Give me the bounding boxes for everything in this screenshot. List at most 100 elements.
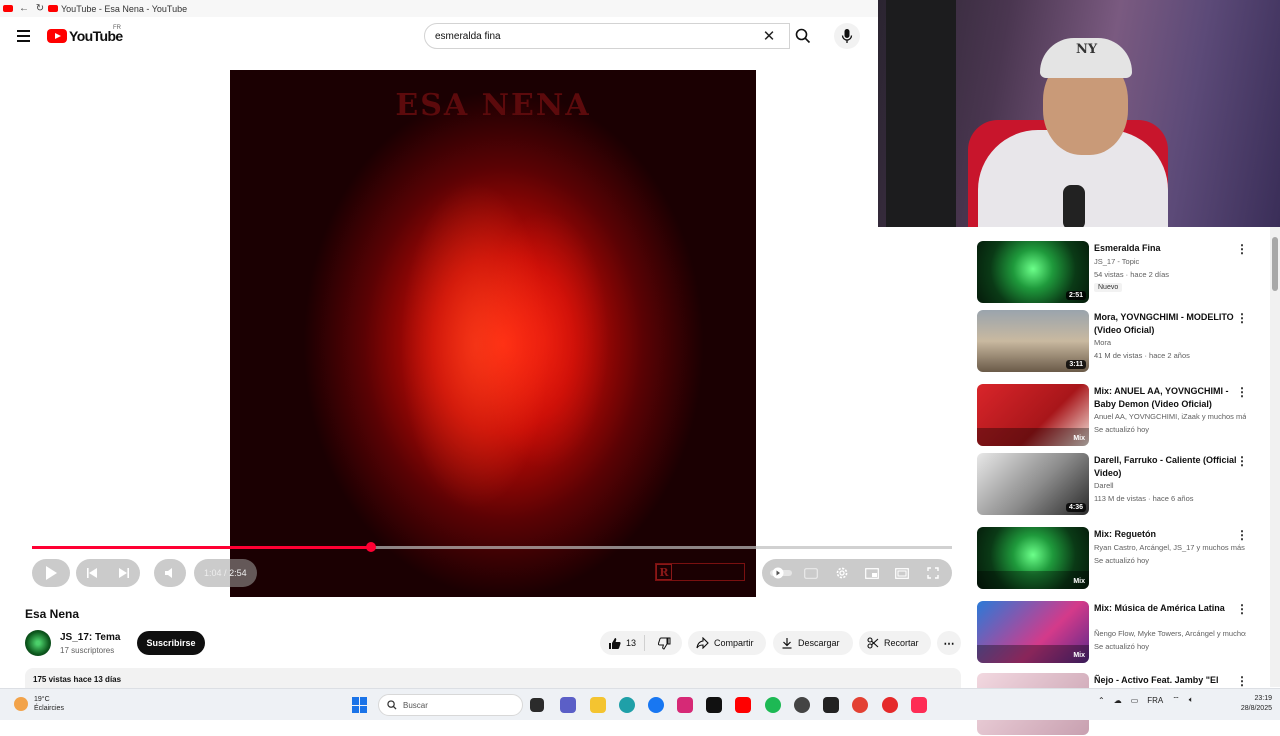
voice-search-button[interactable]	[834, 23, 860, 49]
instagram-icon[interactable]	[677, 697, 693, 713]
youtube-logo[interactable]: YouTube FR	[47, 25, 123, 44]
obs-icon[interactable]	[794, 697, 810, 713]
scrollbar[interactable]	[1270, 227, 1280, 687]
more-vertical-icon[interactable]: ⋮	[1236, 528, 1248, 542]
recommendation-item[interactable]: 4:36 Darell, Farruko - Caliente (Official…	[976, 452, 1266, 516]
more-vertical-icon[interactable]: ⋮	[1236, 311, 1248, 325]
recommendation-title[interactable]: Mix: Música de América Latina	[1094, 602, 1244, 615]
recommendation-thumbnail[interactable]: 2:51	[977, 241, 1089, 303]
search-button[interactable]	[790, 23, 816, 49]
cloud-icon[interactable]: ☁	[1114, 696, 1122, 705]
facebook-icon[interactable]	[648, 697, 664, 713]
autoplay-toggle[interactable]	[767, 559, 795, 587]
app-icon-red[interactable]	[882, 697, 898, 713]
new-badge: Nuevo	[1094, 283, 1123, 292]
clock-date: 28/8/2025	[1240, 705, 1272, 712]
clear-icon[interactable]: ✕	[760, 27, 778, 45]
recommendation-item[interactable]: Mix Mix: Reguetón Ryan Castro, Arcángel, J…	[976, 526, 1266, 590]
taskbar-search-input[interactable]: Buscar	[378, 694, 523, 716]
system-clock[interactable]: 23:19 28/8/2025	[1228, 694, 1272, 714]
dislike-button[interactable]	[650, 637, 679, 650]
volume-tray-icon[interactable]: 🔈︎	[1189, 695, 1194, 705]
volume-button[interactable]	[154, 559, 186, 587]
recommendation-item[interactable]: 3:11 Mora, YOVNGCHIMI - MODELITO (Video O…	[976, 309, 1266, 373]
theater-mode-button[interactable]	[888, 559, 916, 587]
chevron-up-icon[interactable]: ⌃	[1098, 696, 1105, 705]
recommendation-thumbnail[interactable]: Mix	[977, 384, 1089, 446]
network-icon[interactable]: ⌔	[1172, 695, 1180, 705]
github-icon[interactable]	[823, 697, 839, 713]
start-button[interactable]	[352, 697, 368, 713]
weather-temp: 19°C	[34, 696, 50, 703]
recommendation-item[interactable]: Mix Mix: ANUEL AA, YOVNGCHIMI - Baby Demo…	[976, 383, 1266, 447]
like-count: 13	[626, 638, 637, 648]
reload-icon[interactable]: ↻	[32, 0, 48, 17]
menu-icon[interactable]	[14, 26, 34, 46]
weather-desc: Éclaircies	[34, 705, 64, 712]
channel-name[interactable]: JS_17: Tema	[60, 632, 120, 643]
thumbs-up-icon	[609, 637, 621, 649]
recommendation-title[interactable]: Ñejo - Activo Feat. Jamby "El	[1094, 674, 1244, 687]
recommendation-channel[interactable]: Ryan Castro, Arcángel, JS_17 y muchos má…	[1094, 543, 1246, 552]
recommendation-item[interactable]: Mix Mix: Música de América Latina Ñengo Fl…	[976, 600, 1266, 664]
download-button[interactable]: Descargar	[773, 631, 853, 655]
more-vertical-icon[interactable]: ⋮	[1236, 385, 1248, 399]
subscribe-button[interactable]: Suscribirse	[137, 631, 205, 655]
language-indicator[interactable]: FRA	[1147, 696, 1163, 705]
recommendation-channel[interactable]: Anuel AA, YOVNGCHIMI, iZaak y muchos más	[1094, 412, 1246, 421]
display-icon[interactable]: ▭	[1131, 696, 1139, 705]
chrome-icon[interactable]	[852, 697, 868, 713]
file-explorer-icon[interactable]	[590, 697, 606, 713]
recommendation-thumbnail[interactable]: Mix	[977, 527, 1089, 589]
teams-icon[interactable]	[560, 697, 576, 713]
recommendation-title[interactable]: Esmeralda Fina	[1094, 242, 1244, 255]
recommendation-item[interactable]: 2:51 Esmeralda Fina JS_17 - Topic 54 vistas…	[976, 240, 1266, 304]
recommendation-channel[interactable]: Mora	[1094, 338, 1246, 347]
play-button[interactable]	[32, 559, 70, 587]
scrollbar-thumb[interactable]	[1272, 237, 1278, 291]
recommendation-title[interactable]: Mora, YOVNGCHIMI - MODELITO (Video Ofici…	[1094, 311, 1244, 337]
tiktok-icon[interactable]	[706, 697, 722, 713]
recommendation-title[interactable]: Mix: Reguetón	[1094, 528, 1244, 541]
clip-button[interactable]: Recortar	[859, 631, 931, 655]
next-icon	[119, 568, 129, 578]
theater-icon	[895, 567, 910, 579]
more-vertical-icon[interactable]: ⋮	[1236, 454, 1248, 468]
spotify-icon[interactable]	[765, 697, 781, 713]
more-vertical-icon[interactable]: ⋮	[1236, 242, 1248, 256]
recommendation-meta: 41 M de vistas · hace 2 años	[1094, 351, 1190, 360]
subtitles-button[interactable]	[797, 559, 825, 587]
subscriber-count: 17 suscriptores	[60, 646, 115, 655]
share-button[interactable]: Compartir	[688, 631, 766, 655]
tiktok-studio-icon[interactable]	[911, 697, 927, 713]
recommendation-title[interactable]: Mix: ANUEL AA, YOVNGCHIMI - Baby Demon (…	[1094, 385, 1244, 411]
more-actions-button[interactable]: ⋯	[937, 631, 961, 655]
recommendation-thumbnail[interactable]: 4:36	[977, 453, 1089, 515]
next-button[interactable]	[110, 559, 138, 587]
recommendation-channel[interactable]: Darell	[1094, 481, 1246, 490]
channel-avatar[interactable]	[25, 630, 51, 656]
back-icon[interactable]: ←	[16, 0, 32, 17]
subtitles-icon	[804, 567, 819, 579]
recommendation-channel[interactable]: Ñengo Flow, Myke Towers, Arcángel y much…	[1094, 629, 1246, 638]
recommendation-channel[interactable]: JS_17 - Topic	[1094, 257, 1246, 266]
search-input[interactable]: esmeralda fina	[424, 23, 790, 49]
like-button[interactable]: 13	[600, 635, 646, 651]
settings-button[interactable]	[828, 559, 856, 587]
progress-bar[interactable]	[32, 542, 952, 552]
play-icon	[46, 566, 57, 580]
recommendation-thumbnail[interactable]: Mix	[977, 601, 1089, 663]
webcam-overlay: NY	[878, 0, 1280, 227]
recommendation-thumbnail[interactable]: 3:11	[977, 310, 1089, 372]
more-vertical-icon[interactable]: ⋮	[1236, 602, 1248, 616]
previous-button[interactable]	[78, 559, 106, 587]
miniplayer-button[interactable]	[858, 559, 886, 587]
more-vertical-icon[interactable]: ⋮	[1236, 674, 1248, 688]
fullscreen-button[interactable]	[919, 559, 947, 587]
recommendation-title[interactable]: Darell, Farruko - Caliente (Official Vid…	[1094, 454, 1244, 480]
edge-icon[interactable]	[619, 697, 635, 713]
youtube-app-icon[interactable]	[735, 697, 751, 713]
weather-widget[interactable]: 19°C Éclaircies	[14, 695, 64, 713]
task-view-icon[interactable]	[530, 698, 544, 712]
video-player[interactable]: ESA NENA R 1:04 / 2:54	[24, 70, 962, 597]
